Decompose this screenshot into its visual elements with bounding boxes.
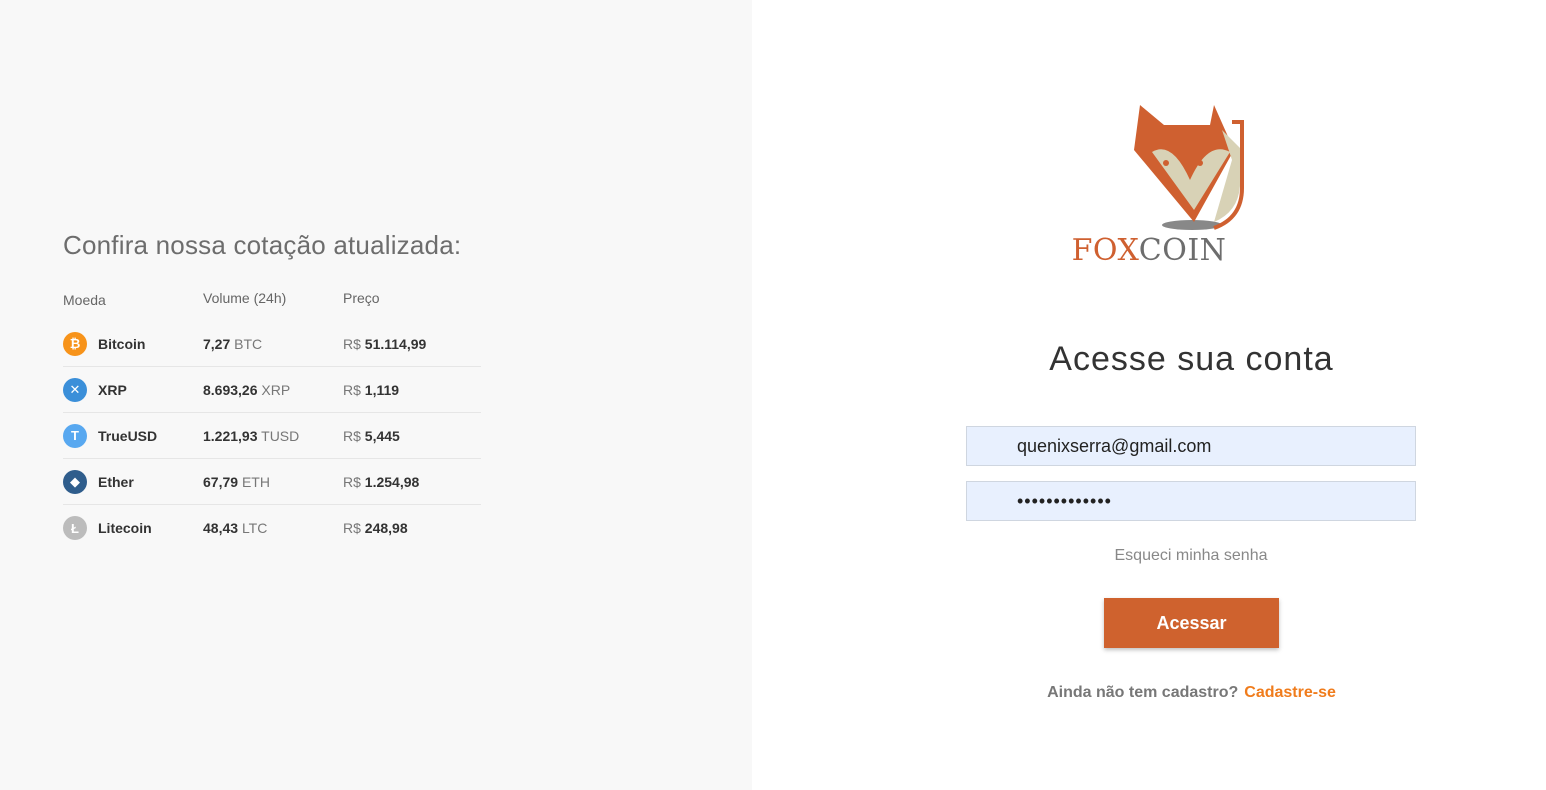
- volume-cell: 48,43 LTC: [203, 520, 343, 536]
- price-value: 51.114,99: [364, 335, 427, 352]
- price-cell: R$ 1.254,98: [343, 474, 481, 490]
- volume-cell: 1.221,93 TUSD: [203, 428, 343, 444]
- price-cell: R$ 248,98: [343, 520, 481, 536]
- price-value: 1,119: [364, 381, 400, 398]
- header-volume: Volume (24h): [203, 290, 287, 306]
- volume-value: 67,79: [203, 473, 239, 490]
- price-currency: R$: [343, 427, 361, 444]
- coin-cell: ✕ XRP: [63, 377, 203, 402]
- coin-cell: Ł Litecoin: [63, 516, 203, 540]
- volume-cell: 7,27 BTC: [203, 336, 343, 352]
- login-button[interactable]: Acessar: [1104, 598, 1279, 648]
- signup-prompt: Ainda não tem cadastro?: [1047, 684, 1239, 701]
- ether-icon: ◆: [63, 469, 87, 494]
- signup-link[interactable]: Cadastre-se: [1244, 684, 1336, 701]
- password-field[interactable]: •••••••••••••: [966, 481, 1416, 521]
- price-cell: R$ 1,119: [343, 382, 481, 398]
- volume-unit: LTC: [241, 520, 268, 536]
- volume-cell: 8.693,26 XRP: [203, 382, 343, 398]
- volume-value: 8.693,26: [203, 381, 258, 398]
- price-currency: R$: [343, 520, 361, 536]
- price-currency: R$: [343, 473, 361, 490]
- volume-unit: TUSD: [261, 427, 300, 444]
- quotes-table-header: Moeda Volume (24h) Preço: [63, 290, 481, 310]
- header-coin: Moeda: [63, 292, 106, 308]
- quote-row: ₿ Bitcoin 7,27 BTC R$ 51.114,99: [63, 321, 481, 367]
- brand-coin: COIN: [1138, 233, 1227, 268]
- login-panel: FOXCOIN Acesse sua conta quenixserra@gma…: [752, 0, 1546, 790]
- coin-cell: T TrueUSD: [63, 423, 203, 448]
- quotes-title: Confira nossa cotação atualizada:: [63, 230, 462, 260]
- volume-value: 7,27: [203, 335, 231, 352]
- volume-unit: XRP: [261, 381, 291, 398]
- price-value: 1.254,98: [364, 473, 420, 490]
- quotes-table: Moeda Volume (24h) Preço ₿ Bitcoin 7,27 BT…: [63, 290, 481, 551]
- price-value: 5,445: [364, 427, 400, 444]
- coin-cell: ₿ Bitcoin: [63, 331, 203, 356]
- price-cell: R$ 5,445: [343, 428, 481, 444]
- volume-value: 48,43: [203, 520, 239, 536]
- quote-row: T TrueUSD 1.221,93 TUSD R$ 5,445: [63, 413, 481, 459]
- coin-cell: ◆ Ether: [63, 469, 203, 494]
- price-value: 248,98: [364, 520, 408, 536]
- header-price: Preço: [343, 290, 380, 306]
- email-field[interactable]: quenixserra@gmail.com: [966, 426, 1416, 466]
- price-currency: R$: [343, 335, 361, 352]
- coin-name: Ether: [98, 473, 134, 490]
- quote-row: ◆ Ether 67,79 ETH R$ 1.254,98: [63, 459, 481, 505]
- brand-wordmark: FOXCOIN: [752, 233, 1546, 268]
- volume-unit: ETH: [241, 473, 270, 490]
- price-cell: R$ 51.114,99: [343, 336, 481, 352]
- quote-row: ✕ XRP 8.693,26 XRP R$ 1,119: [63, 367, 481, 413]
- login-heading: Acesse sua conta: [1049, 340, 1334, 378]
- forgot-password-link[interactable]: Esqueci minha senha: [966, 547, 1416, 565]
- coin-name: Bitcoin: [98, 335, 146, 352]
- coin-name: TrueUSD: [98, 427, 158, 444]
- signup-line: Ainda não tem cadastro? Cadastre-se: [752, 684, 1546, 702]
- price-currency: R$: [343, 381, 361, 398]
- xrp-icon: ✕: [63, 377, 87, 402]
- bitcoin-icon: ₿: [63, 331, 87, 356]
- volume-cell: 67,79 ETH: [203, 474, 343, 490]
- volume-value: 1.221,93: [203, 427, 258, 444]
- litecoin-icon: Ł: [63, 516, 87, 540]
- coin-name: Litecoin: [98, 520, 152, 536]
- quote-row: Ł Litecoin 48,43 LTC R$ 248,98: [63, 505, 481, 551]
- brand-fox: FOX: [1071, 233, 1139, 268]
- trueusd-icon: T: [63, 423, 87, 448]
- volume-unit: BTC: [234, 335, 263, 352]
- coin-name: XRP: [98, 381, 127, 398]
- quotes-panel: Confira nossa cotação atualizada: Moeda …: [0, 0, 752, 790]
